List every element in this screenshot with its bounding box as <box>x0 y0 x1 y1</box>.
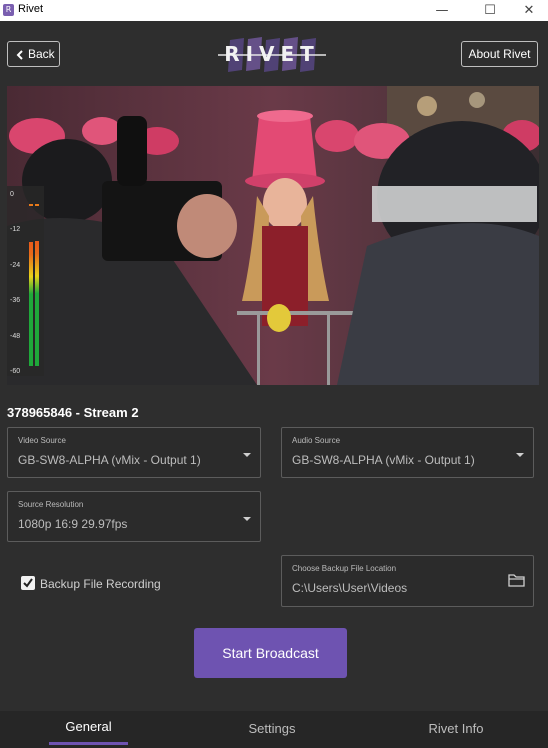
minimize-button[interactable]: — <box>428 2 456 19</box>
audio-source-value: GB-SW8-ALPHA (vMix - Output 1) <box>292 453 475 467</box>
source-resolution-label: Source Resolution <box>18 500 84 509</box>
meter-tick: 0 <box>10 191 14 198</box>
meter-bar-right <box>35 241 39 366</box>
video-source-dropdown[interactable]: Video Source GB-SW8-ALPHA (vMix - Output… <box>7 427 261 478</box>
video-frame <box>7 86 539 385</box>
chevron-down-icon <box>243 453 251 457</box>
start-broadcast-button[interactable]: Start Broadcast <box>194 628 347 678</box>
app-icon: R <box>3 4 14 16</box>
tab-settings[interactable]: Settings <box>232 721 312 736</box>
back-label: Back <box>28 47 55 61</box>
window-title: Rivet <box>18 3 44 15</box>
window-titlebar: R Rivet — ☐ ✕ <box>0 0 548 21</box>
meter-tick: -48 <box>10 333 21 340</box>
back-button[interactable]: Back <box>7 41 60 67</box>
backup-file-recording-checkbox[interactable] <box>21 576 35 590</box>
video-source-value: GB-SW8-ALPHA (vMix - Output 1) <box>18 453 201 467</box>
audio-source-dropdown[interactable]: Audio Source GB-SW8-ALPHA (vMix - Output… <box>281 427 534 478</box>
meter-tick: -24 <box>10 262 21 269</box>
tab-general[interactable]: General <box>49 719 128 734</box>
meter-peak-left <box>29 204 33 206</box>
stream-label: 378965846 - Stream 2 <box>7 405 139 420</box>
folder-icon[interactable] <box>508 573 525 587</box>
logo-text: RIVET <box>224 42 320 66</box>
video-source-label: Video Source <box>18 436 66 445</box>
meter-tick: -60 <box>10 368 21 375</box>
checkmark-icon <box>23 578 33 588</box>
rivet-logo: RIVET <box>210 36 330 74</box>
backup-location-label: Choose Backup File Location <box>292 564 397 573</box>
chevron-down-icon <box>516 453 524 457</box>
meter-tick: -36 <box>10 297 21 304</box>
video-preview: 0 -12 -24 -36 -48 -60 <box>7 86 539 385</box>
audio-level-meter: 0 -12 -24 -36 -48 -60 <box>7 186 44 376</box>
source-resolution-dropdown[interactable]: Source Resolution 1080p 16:9 29.97fps <box>7 491 261 542</box>
audio-source-label: Audio Source <box>292 436 341 445</box>
source-resolution-value: 1080p 16:9 29.97fps <box>18 517 128 531</box>
backup-location-value: C:\Users\User\Videos <box>292 581 408 595</box>
maximize-button[interactable]: ☐ <box>476 2 504 19</box>
chevron-left-icon <box>16 50 23 60</box>
active-tab-indicator <box>49 742 128 745</box>
meter-bar-left <box>29 242 33 366</box>
backup-location-field[interactable]: Choose Backup File Location C:\Users\Use… <box>281 555 534 607</box>
meter-peak-right <box>35 204 39 206</box>
meter-tick: -12 <box>10 226 21 233</box>
tab-rivet-info[interactable]: Rivet Info <box>416 721 496 736</box>
chevron-down-icon <box>243 517 251 521</box>
about-rivet-button[interactable]: About Rivet <box>461 41 538 67</box>
backup-file-recording-label: Backup File Recording <box>40 577 161 591</box>
close-button[interactable]: ✕ <box>515 2 543 19</box>
